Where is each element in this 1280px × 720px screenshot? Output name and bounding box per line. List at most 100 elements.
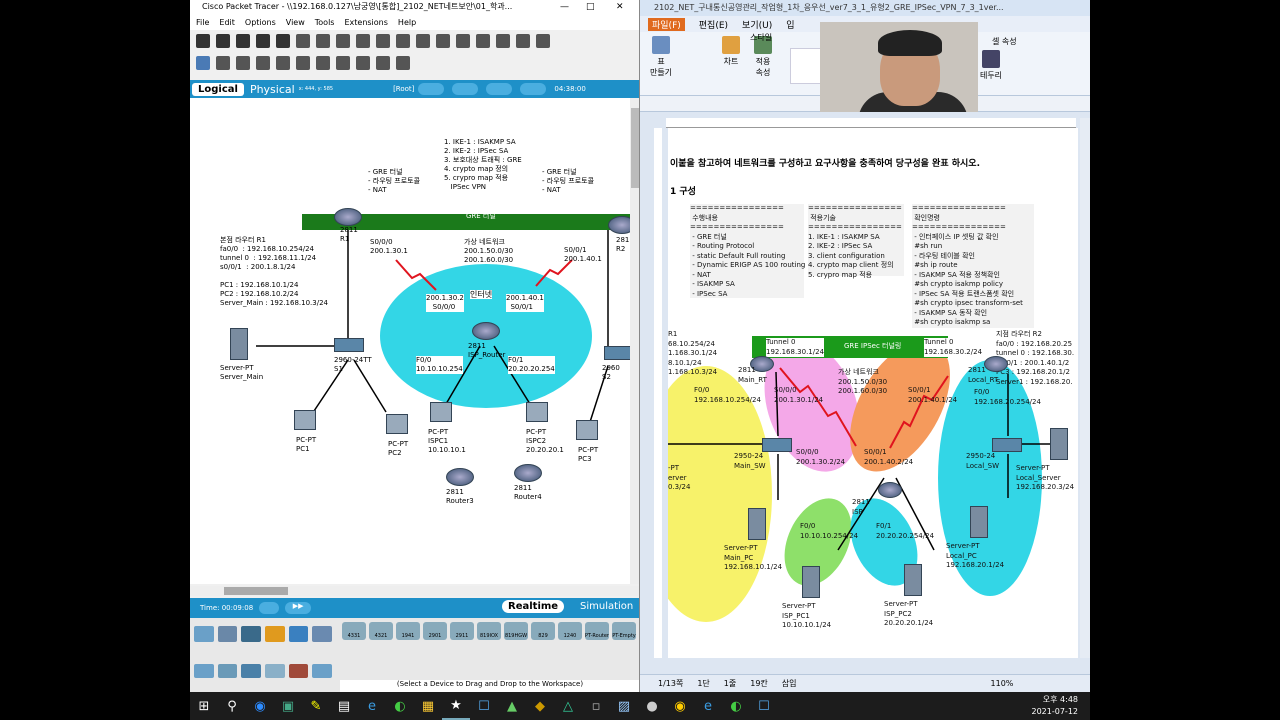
chart-button[interactable]: 차트	[716, 36, 746, 67]
delete-icon[interactable]	[236, 56, 250, 70]
viewport-button[interactable]	[520, 83, 547, 95]
app-taskbar-icon-4[interactable]: △	[554, 692, 582, 720]
pc1-icon[interactable]	[294, 410, 316, 430]
start-icon[interactable]: ⊞	[190, 692, 218, 720]
add-pdu-icon[interactable]	[376, 56, 390, 70]
table-create-button[interactable]: 표 만들기	[646, 36, 676, 78]
pc2-icon[interactable]	[386, 414, 408, 434]
end-devices-icon[interactable]	[217, 626, 238, 642]
zoom-app-icon[interactable]: ◉	[246, 692, 274, 720]
edge-icon[interactable]: e	[358, 692, 386, 720]
device-2911[interactable]: 2911	[450, 622, 474, 640]
ellipse-icon[interactable]	[336, 56, 350, 70]
taskbar-app-icon[interactable]: ▣	[274, 692, 302, 720]
misc-icon[interactable]	[288, 626, 309, 642]
wan-emulation-icon[interactable]	[312, 664, 333, 678]
isp-router-icon[interactable]	[472, 322, 500, 340]
device-1240[interactable]: 1240	[558, 622, 582, 640]
menu-tools[interactable]: Tools	[315, 18, 335, 27]
menu-file-kr[interactable]: 파일(F)	[648, 17, 685, 31]
paste-icon[interactable]	[356, 34, 370, 48]
note-icon[interactable]	[276, 56, 290, 70]
menu-edit-kr[interactable]: 편집(E)	[699, 18, 728, 31]
new-file-icon[interactable]	[196, 34, 210, 48]
device-2901[interactable]: 2901	[423, 622, 447, 640]
device-pt-empty[interactable]: PT-Empty	[612, 622, 636, 640]
simulation-mode-button[interactable]: Simulation	[576, 600, 637, 613]
device-819iox[interactable]: 819IOX	[477, 622, 501, 640]
menu-file[interactable]: File	[196, 18, 209, 27]
security-icon[interactable]	[288, 664, 309, 678]
chrome-icon-2[interactable]: ◐	[722, 692, 750, 720]
switches-icon[interactable]	[217, 664, 238, 678]
switch-s2-icon[interactable]	[604, 346, 630, 360]
connections-icon[interactable]	[265, 626, 285, 642]
select-icon[interactable]	[196, 56, 210, 70]
move-object-button[interactable]	[452, 83, 479, 95]
search-icon[interactable]: ⚲	[218, 692, 246, 720]
logical-workspace[interactable]: 1. IKE-1 : ISAKMP SA 2. IKE-2 : IPSec SA…	[190, 98, 630, 584]
rectangle-icon[interactable]	[316, 56, 330, 70]
minimize-icon[interactable]: —	[560, 0, 569, 14]
multiuser-icon[interactable]	[312, 626, 333, 642]
edge-icon-2[interactable]: e	[694, 692, 722, 720]
switch-s1-icon[interactable]	[334, 338, 364, 352]
app-taskbar-icon-5[interactable]: ▫	[582, 692, 610, 720]
fast-forward-icon[interactable]: ▶▶	[285, 602, 312, 614]
insert-mode-indicator[interactable]: 삽입	[782, 678, 797, 689]
activity-wizard-icon[interactable]	[316, 34, 330, 48]
zoom-level[interactable]: 110%	[991, 679, 1014, 688]
camera-icon[interactable]	[536, 34, 550, 48]
ispc2-icon[interactable]	[526, 402, 548, 422]
device-pt-router[interactable]: PT-Router	[585, 622, 609, 640]
zoom-reset-icon[interactable]	[436, 34, 450, 48]
app-taskbar-icon-2[interactable]: ▲	[498, 692, 526, 720]
chrome-icon[interactable]: ◐	[386, 692, 414, 720]
line-icon[interactable]	[296, 56, 310, 70]
custom-device-icon[interactable]	[496, 34, 510, 48]
set-background-button[interactable]	[486, 83, 513, 95]
print-icon[interactable]	[256, 34, 270, 48]
packet-tracer-taskbar-icon[interactable]: ★	[442, 692, 470, 720]
ispc1-icon[interactable]	[430, 402, 452, 422]
inspect-icon[interactable]	[216, 56, 230, 70]
menu-view[interactable]: View	[286, 18, 305, 27]
realtime-mode-button[interactable]: Realtime	[502, 600, 565, 613]
device-1941[interactable]: 1941	[396, 622, 420, 640]
device-829[interactable]: 829	[531, 622, 555, 640]
file-explorer-icon[interactable]: ▤	[330, 692, 358, 720]
app-taskbar-icon-7[interactable]: ●	[638, 692, 666, 720]
border-button[interactable]: 테두리	[976, 50, 1006, 81]
tab-physical[interactable]: Physical	[250, 83, 295, 96]
menu-insert-kr[interactable]: 입	[786, 18, 794, 31]
close-icon[interactable]: ✕	[616, 0, 624, 14]
menu-extensions[interactable]: Extensions	[344, 18, 387, 27]
power-cycle-button[interactable]	[259, 602, 280, 614]
folder-icon[interactable]: ▦	[414, 692, 442, 720]
save-icon[interactable]	[236, 34, 250, 48]
maximize-icon[interactable]: □	[586, 0, 595, 14]
components-icon[interactable]	[241, 626, 262, 642]
system-clock[interactable]: 오후 4:48 2021-07-12	[1032, 694, 1079, 718]
redo-icon[interactable]	[396, 34, 410, 48]
info-icon[interactable]	[276, 34, 290, 48]
pen-app-icon[interactable]: ✎	[302, 692, 330, 720]
add-complex-pdu-icon[interactable]	[396, 56, 410, 70]
device-819hgw[interactable]: 819HGW	[504, 622, 528, 640]
app-taskbar-icon-8[interactable]: ☐	[750, 692, 778, 720]
hubs-icon[interactable]	[241, 664, 262, 678]
device-4321[interactable]: 4321	[369, 622, 393, 640]
root-breadcrumb[interactable]: [Root]	[393, 85, 414, 93]
network-devices-icon[interactable]	[194, 626, 214, 642]
menu-help[interactable]: Help	[398, 18, 416, 27]
document-page[interactable]: 이붙을 참고하여 네트워크를 구성하고 요구사항을 충족하여 당구성을 완표 하…	[668, 128, 1078, 658]
hwp-taskbar-icon[interactable]: ☐	[470, 692, 498, 720]
workspace-horizontal-scrollbar[interactable]	[190, 586, 639, 596]
app-taskbar-icon-6[interactable]: ▨	[610, 692, 638, 720]
router-r1-icon[interactable]	[334, 208, 362, 226]
view-icon[interactable]	[516, 34, 530, 48]
copy-icon[interactable]	[336, 34, 350, 48]
pc3-icon[interactable]	[576, 420, 598, 440]
undo-icon[interactable]	[376, 34, 390, 48]
menu-options[interactable]: Options	[245, 18, 276, 27]
